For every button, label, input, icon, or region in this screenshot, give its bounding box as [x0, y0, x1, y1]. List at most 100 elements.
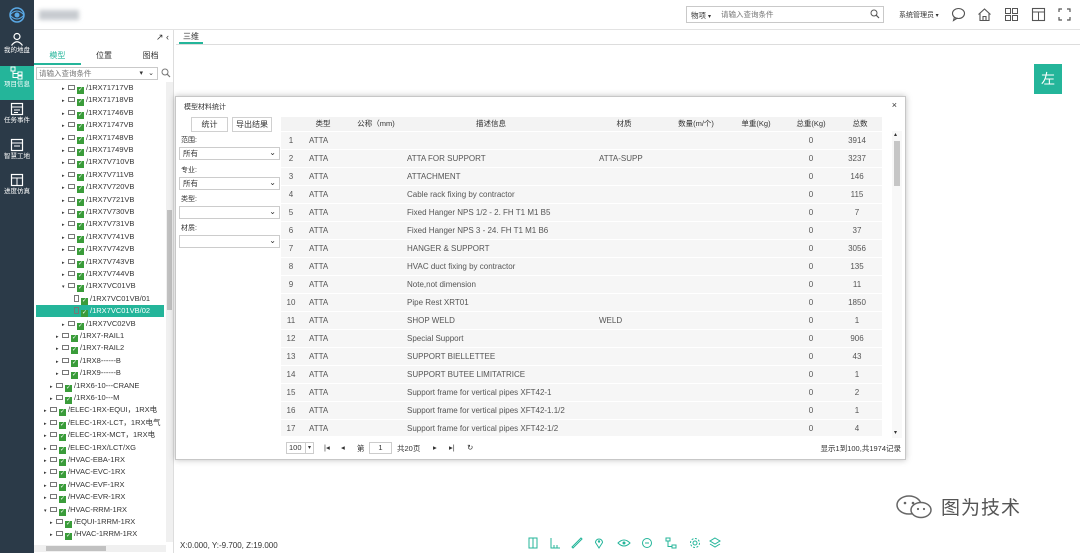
table-row[interactable]: 16 ATTA Support frame for vertical pipes X… [281, 402, 882, 420]
checkbox-checked[interactable]: ✓ [77, 211, 84, 218]
tree-node[interactable]: ▸ ✓/1RX71749VB [62, 144, 134, 156]
checkbox-checked[interactable]: ✓ [77, 111, 84, 119]
tab-3d[interactable]: 三维 [179, 31, 203, 44]
checkbox-checked[interactable]: ✓ [59, 421, 66, 429]
table-row[interactable]: 3 ATTA ATTACHMENT 0 146 [281, 168, 882, 186]
tree-node[interactable]: ▸ ✓/HVAC-1RRM-1RX [50, 528, 137, 541]
nav-item-smart-site[interactable]: 智慧工地 [0, 138, 34, 172]
nav-item-tasks[interactable]: 任务事件 [0, 102, 34, 136]
tree-node[interactable]: ▸ ✓/1RX9------B [56, 367, 121, 380]
checkbox-checked[interactable]: ✓ [71, 335, 78, 342]
table-row[interactable]: 9 ATTA Note,not dimension 0 11 [281, 276, 882, 294]
view-cube-left[interactable]: 左 [1034, 64, 1062, 94]
tab-location[interactable]: 位置 [81, 49, 128, 65]
table-row[interactable]: 1 ATTA 0 3914 [281, 132, 882, 150]
tree-filter-input[interactable] [37, 68, 127, 79]
tree-node[interactable]: ▸ ✓/1RX7V744VB [62, 268, 134, 280]
table-row[interactable]: 8 ATTA HVAC duct fixing by contractor 0 135 [281, 258, 882, 276]
tree-node[interactable]: ▸ ✓/1RX7V720VB [62, 181, 134, 194]
checkbox-checked[interactable]: ✓ [77, 124, 84, 132]
scope-select[interactable]: 所有 [179, 147, 280, 160]
nav-item-my-space[interactable]: 我的地盘 [0, 32, 34, 66]
scrollbar-thumb[interactable] [167, 210, 172, 310]
material-select[interactable] [179, 235, 280, 248]
table-row[interactable]: 2 ATTA ATTA FOR SUPPORT ATTA-SUPP 0 3237 [281, 150, 882, 168]
tree-node[interactable]: ▾ ✓/HVAC-RRM-1RX [44, 504, 127, 516]
page-input[interactable]: 1 [369, 442, 392, 454]
tab-model[interactable]: 模型 [34, 49, 81, 65]
tree-node[interactable]: ▸ ✓/1RX7-RAIL2 [56, 342, 124, 355]
checkbox-checked[interactable]: ✓ [59, 483, 66, 491]
tree-node[interactable]: ▸ ✓/1RX7VC02VB [62, 318, 136, 330]
tree-node[interactable]: ▸ ✓/ELEC-1RX-EQUI，1RX电 [44, 404, 157, 417]
table-row[interactable]: 14 ATTA SUPPORT BUTEE LIMITATRICE 0 1 [281, 366, 882, 384]
checkbox-checked[interactable]: ✓ [65, 397, 72, 404]
checkbox-checked[interactable]: ✓ [77, 99, 84, 107]
checkbox-checked[interactable]: ✓ [81, 310, 88, 318]
last-page-icon[interactable]: ▸| [449, 443, 455, 452]
tree-node[interactable]: ▸ ✓/ELEC-1RX/LCT/XG [44, 442, 136, 454]
tree-node[interactable]: ▸ ✓/1RX7-RAIL1 [56, 330, 124, 342]
checkbox-checked[interactable]: ✓ [77, 173, 84, 181]
table-row[interactable]: 5 ATTA Fixed Hanger NPS 1/2 - 2. FH T1 M1 … [281, 204, 882, 222]
stats-button[interactable]: 统计 [191, 117, 228, 132]
nav-item-schedule-sim[interactable]: 进度仿真 [0, 173, 34, 207]
export-button[interactable]: 导出结果 [232, 117, 272, 132]
scrollbar-thumb[interactable] [46, 546, 106, 551]
fullscreen-icon[interactable] [1057, 7, 1072, 24]
column-header[interactable]: 数量(m/个) [666, 117, 726, 131]
checkbox-checked[interactable]: ✓ [77, 161, 84, 169]
layers-icon[interactable] [709, 537, 721, 551]
table-scrollbar[interactable]: ▴ ▾ [892, 131, 902, 438]
checkbox-checked[interactable]: ✓ [71, 372, 78, 380]
first-page-icon[interactable]: |◂ [324, 443, 330, 452]
search-type-select[interactable]: 物项 [691, 10, 711, 21]
eye-icon[interactable] [617, 537, 631, 551]
search-icon[interactable] [870, 9, 880, 21]
message-icon[interactable] [951, 7, 966, 24]
location-pin-icon[interactable] [593, 537, 605, 551]
chevron-down-icon[interactable]: ⌄ [148, 69, 154, 77]
tree-node[interactable]: ▸ ✓/1RX71718VB [62, 94, 134, 107]
table-row[interactable]: 7 ATTA HANGER & SUPPORT 0 3056 [281, 240, 882, 258]
checkbox-checked[interactable]: ✓ [77, 223, 84, 231]
walk-icon[interactable] [641, 537, 653, 551]
checkbox-checked[interactable]: ✓ [71, 347, 78, 355]
close-icon[interactable]: × [892, 100, 897, 110]
tree-node[interactable]: ▸ ✓/HVAC-EVR-1RX [44, 491, 125, 504]
tree-node[interactable]: ✓/1RX7VC01VB/02 [36, 305, 164, 318]
settings-icon[interactable] [689, 537, 701, 551]
checkbox-checked[interactable]: ✓ [77, 235, 84, 243]
column-header[interactable]: 描述信息 [451, 117, 531, 131]
tree-node[interactable]: ▸ ✓/1RX71746VB [62, 107, 134, 119]
checkbox-checked[interactable]: ✓ [59, 446, 66, 454]
table-row[interactable]: 13 ATTA SUPPORT BIELLETTEE 0 43 [281, 348, 882, 366]
checkbox-checked[interactable]: ✓ [59, 459, 66, 466]
checkbox-checked[interactable]: ✓ [59, 409, 66, 417]
user-menu[interactable]: 系统管理员 [899, 10, 939, 20]
checkbox-checked[interactable]: ✓ [77, 260, 84, 268]
checkbox-checked[interactable]: ✓ [77, 87, 84, 94]
tree-node[interactable]: ▸ ✓/1RX6-10---CRANE [50, 380, 139, 392]
search-icon[interactable] [161, 68, 171, 80]
tree-node[interactable]: ▸ ✓/1RX6-10---M [50, 392, 119, 404]
checkbox-checked[interactable]: ✓ [77, 149, 84, 156]
column-header[interactable]: 总重(Kg) [786, 117, 836, 131]
page-size-select[interactable]: 100 ▾ [286, 442, 314, 454]
tree-node[interactable]: ▸ ✓/1RX7V710VB [62, 156, 134, 169]
tree-node[interactable]: ▸ ✓/1RX7V741VB [62, 231, 134, 243]
checkbox-checked[interactable]: ✓ [59, 471, 66, 479]
scroll-down-icon[interactable]: ▾ [894, 429, 897, 436]
table-row[interactable]: 11 ATTA SHOP WELD WELD 0 1 [281, 312, 882, 330]
checkbox-checked[interactable]: ✓ [77, 136, 84, 144]
collapse-panel-icon[interactable]: ‹ [166, 32, 169, 42]
type-select[interactable] [179, 206, 280, 219]
tree-node[interactable]: ✓/1RX7VC01VB/01 [68, 293, 150, 305]
checkbox-checked[interactable]: ✓ [59, 434, 66, 442]
tree-node[interactable]: ▸ ✓/EQUI-1RRM-1RX [50, 516, 135, 528]
tree-node[interactable]: ▸ ✓/HVAC-EVC-1RX [44, 466, 125, 479]
tree-node[interactable]: ▸ ✓/1RX7V711VB [62, 169, 134, 181]
expand-icon[interactable]: ↗ [156, 32, 164, 42]
chevron-down-icon[interactable]: ▾ [139, 69, 143, 77]
ruler-icon[interactable] [571, 537, 583, 551]
